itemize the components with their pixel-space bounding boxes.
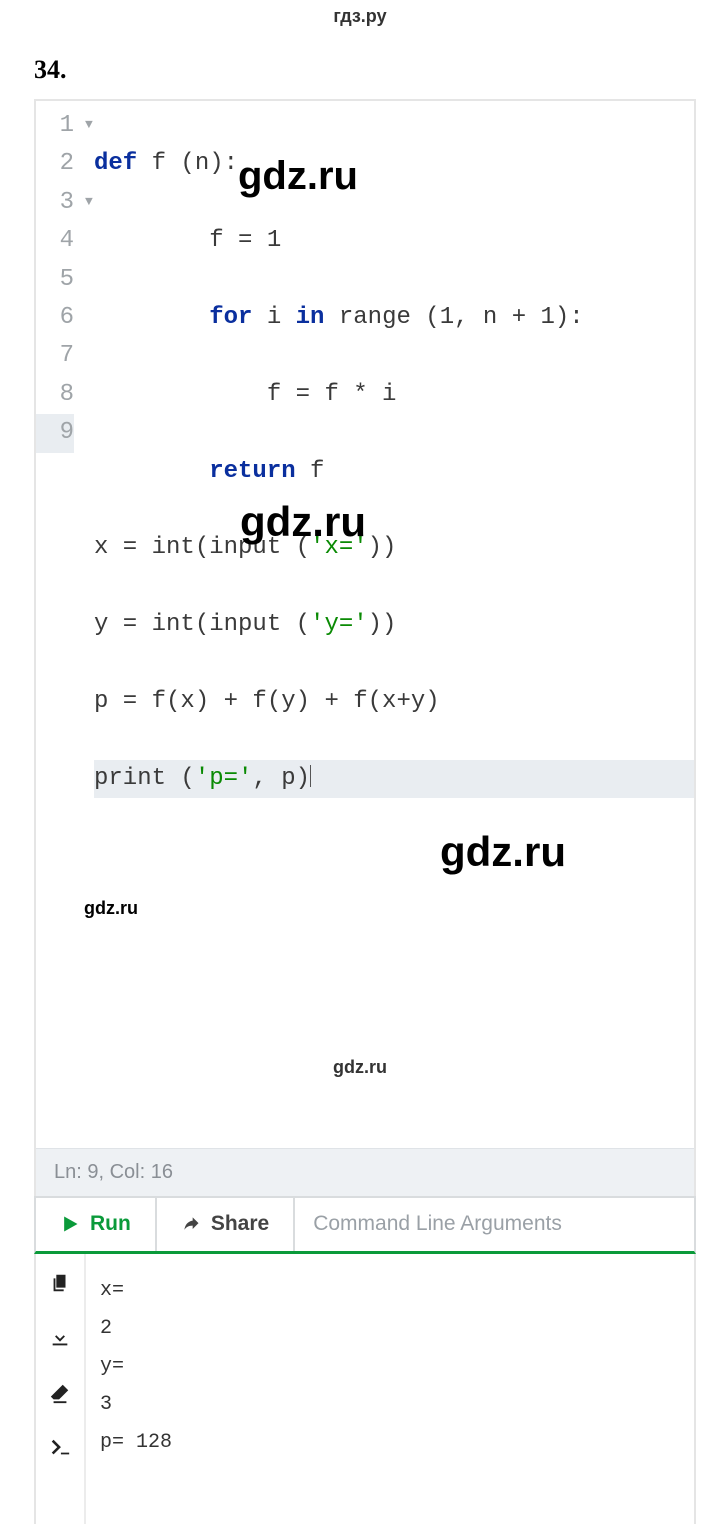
code-line: p = f(x) + f(y) + f(x+y): [94, 683, 694, 721]
share-icon: [181, 1214, 201, 1234]
console-sidebar: [36, 1254, 84, 1524]
console-panel: x= 2 y= 3 p= 128: [34, 1254, 696, 1524]
play-icon: [60, 1214, 80, 1234]
share-button[interactable]: Share: [157, 1198, 295, 1251]
cli-placeholder: Command Line Arguments: [313, 1212, 562, 1236]
line-number-gutter: 1 2 3 4 5 6 7 8 9: [36, 101, 84, 453]
line-number: 2: [36, 145, 74, 183]
line-number: 4: [36, 222, 74, 260]
line-number: 5: [36, 261, 74, 299]
site-header: гдз.ру: [0, 0, 720, 27]
site-footer: gdz.ru: [0, 1057, 720, 1078]
line-number: 9: [36, 414, 74, 452]
eraser-icon[interactable]: [49, 1382, 71, 1409]
terminal-icon[interactable]: [49, 1437, 71, 1464]
copy-icon[interactable]: [49, 1272, 71, 1299]
code-line: def f (n):: [94, 145, 694, 183]
code-line: y = int(input ('y=')): [94, 606, 694, 644]
download-icon[interactable]: [49, 1327, 71, 1354]
line-number: 7: [36, 337, 74, 375]
text-cursor: [310, 765, 311, 787]
run-button[interactable]: Run: [36, 1198, 157, 1251]
code-content[interactable]: def f (n): f = 1 for i in range (1, n + …: [84, 101, 694, 1148]
line-number: 3: [36, 184, 74, 222]
problem-number: 34.: [0, 27, 720, 99]
editor-status-bar: Ln: 9, Col: 16: [36, 1148, 694, 1196]
code-line: f = f * i: [94, 376, 694, 414]
code-line: print ('p=', p): [94, 760, 694, 798]
line-number: 1: [36, 107, 74, 145]
code-line: for i in range (1, n + 1):: [94, 299, 694, 337]
code-line: x = int(input ('x=')): [94, 529, 694, 567]
share-button-label: Share: [211, 1212, 269, 1236]
line-number: 8: [36, 376, 74, 414]
run-button-label: Run: [90, 1212, 131, 1236]
cli-arguments-input[interactable]: Command Line Arguments: [295, 1198, 694, 1251]
line-number: 6: [36, 299, 74, 337]
console-output[interactable]: x= 2 y= 3 p= 128: [84, 1254, 694, 1524]
code-line: f = 1: [94, 222, 694, 260]
code-line: return f: [94, 453, 694, 491]
code-editor[interactable]: ▼ ▼ 1 2 3 4 5 6 7 8 9 def f (n): f = 1 f…: [34, 99, 696, 1196]
editor-toolbar: Run Share Command Line Arguments: [34, 1196, 696, 1254]
